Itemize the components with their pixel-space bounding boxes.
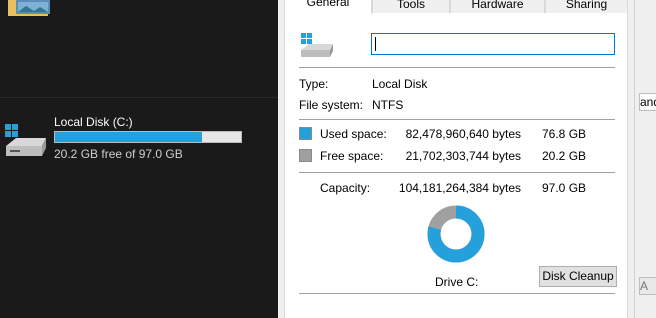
tab-tools[interactable]: Tools	[372, 0, 450, 13]
type-label: Type:	[299, 77, 329, 91]
used-space-size: 76.8 GB	[542, 127, 587, 141]
folder-thumbnail-icon[interactable]	[6, 0, 50, 20]
type-value: Local Disk	[372, 77, 428, 91]
separator-1	[299, 67, 615, 68]
free-space-swatch	[299, 149, 312, 162]
separator-3	[299, 172, 615, 173]
text-caret	[375, 37, 376, 51]
drive-usage-fill	[55, 132, 202, 142]
drive-windows-icon	[301, 33, 333, 57]
background-field[interactable]: and	[639, 93, 656, 111]
tab-sharing[interactable]: Sharing	[545, 0, 628, 13]
disk-cleanup-button[interactable]: Disk Cleanup	[539, 266, 617, 287]
explorer-pane: Local Disk (C:) 20.2 GB free of 97.0 GB	[0, 0, 278, 318]
background-button[interactable]: A	[639, 277, 656, 295]
free-space-size: 20.2 GB	[542, 149, 587, 163]
filesystem-value: NTFS	[372, 98, 404, 112]
tab-general[interactable]: General	[284, 0, 372, 14]
drive-label: Local Disk (C:)	[54, 115, 133, 129]
drive-caption: Drive C:	[435, 275, 479, 289]
separator-4	[299, 293, 615, 294]
drive-usage-bar	[54, 131, 242, 143]
general-panel: Type: Local Disk File system: NTFS Used …	[284, 13, 628, 318]
tab-hardware[interactable]: Hardware	[450, 0, 545, 13]
separator-2	[299, 119, 615, 120]
drive-free-text: 20.2 GB free of 97.0 GB	[54, 147, 183, 161]
capacity-label: Capacity:	[320, 181, 371, 195]
used-space-bytes: 82,478,960,640 bytes	[405, 127, 521, 141]
used-space-label: Used space:	[320, 127, 387, 141]
filesystem-label: File system:	[299, 98, 364, 112]
hard-drive-windows-icon	[5, 124, 46, 156]
tab-strip: General Tools Hardware Sharing	[284, 0, 628, 14]
usage-donut-chart	[427, 205, 485, 263]
properties-dialog: General Tools Hardware Sharing Type: Loc…	[278, 0, 634, 318]
drive-name-input[interactable]	[371, 33, 615, 55]
capacity-size: 97.0 GB	[542, 181, 587, 195]
free-space-bytes: 21,702,303,744 bytes	[405, 149, 521, 163]
used-space-swatch	[299, 127, 312, 140]
free-space-label: Free space:	[320, 149, 384, 163]
background-window-edge: and A	[634, 0, 656, 318]
section-divider	[0, 97, 278, 98]
capacity-bytes: 104,181,264,384 bytes	[398, 181, 521, 195]
